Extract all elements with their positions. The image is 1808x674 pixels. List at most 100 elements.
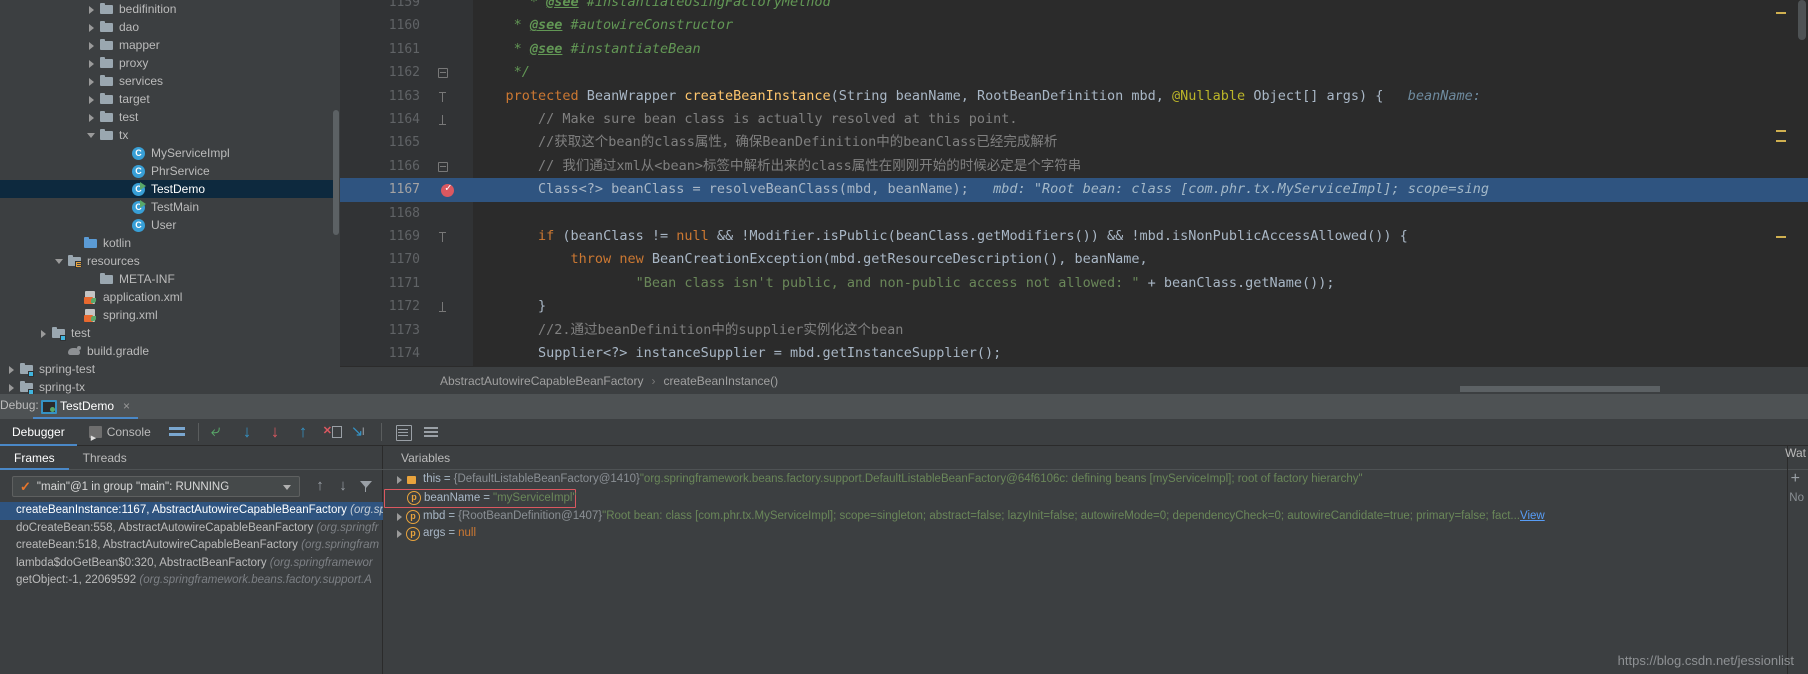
chevron-right-icon[interactable] bbox=[394, 525, 405, 543]
tree-item-resources[interactable]: resources bbox=[0, 252, 338, 270]
frame-row[interactable]: createBean:518, AbstractAutowireCapableB… bbox=[0, 537, 383, 555]
chevron-right-icon[interactable] bbox=[38, 328, 49, 339]
code-line[interactable]: 1172 } bbox=[340, 295, 1808, 318]
chevron-right-icon[interactable] bbox=[6, 382, 17, 393]
subtab-frames[interactable]: Frames bbox=[0, 446, 69, 470]
project-tree-scrollbar[interactable] bbox=[333, 110, 339, 235]
code-line[interactable]: 1166 // 我们通过xml从<bean>标签中解析出来的class属性在刚刚… bbox=[340, 155, 1808, 178]
chevron-right-icon[interactable] bbox=[86, 4, 97, 15]
view-value-link[interactable]: View bbox=[1520, 508, 1545, 526]
tree-item-dao[interactable]: dao bbox=[0, 18, 338, 36]
frames-list[interactable]: createBeanInstance:1167, AbstractAutowir… bbox=[0, 502, 383, 674]
tree-item-build-gradle[interactable]: build.gradle bbox=[0, 342, 338, 360]
breadcrumb-method[interactable]: createBeanInstance() bbox=[663, 374, 778, 388]
fold-marker-icon[interactable] bbox=[438, 91, 448, 102]
code-line[interactable]: 1165 //获取这个bean的class属性，确保BeanDefinition… bbox=[340, 131, 1808, 154]
breakpoint-icon[interactable]: ✓ bbox=[441, 182, 456, 198]
tree-item-kotlin[interactable]: kotlin bbox=[0, 234, 338, 252]
panel-divider[interactable] bbox=[1787, 446, 1788, 674]
code-line[interactable]: 1161 * @see #instantiateBean bbox=[340, 38, 1808, 61]
debug-session-tab[interactable]: TestDemo × bbox=[33, 394, 139, 419]
variable-row[interactable]: beanName="myServiceImpl" bbox=[384, 488, 577, 508]
tree-item-proxy[interactable]: proxy bbox=[0, 54, 338, 72]
fold-marker-icon[interactable] bbox=[438, 68, 448, 79]
chevron-right-icon[interactable] bbox=[86, 22, 97, 33]
chevron-right-icon[interactable] bbox=[86, 94, 97, 105]
layout-settings-icon[interactable] bbox=[166, 421, 188, 443]
chevron-right-icon[interactable] bbox=[86, 40, 97, 51]
force-step-into-icon[interactable] bbox=[265, 421, 287, 443]
code-line-current[interactable]: 1167 Class<?> beanClass = resolveBeanCla… bbox=[340, 178, 1808, 202]
frame-down-icon[interactable]: ↓ bbox=[334, 477, 352, 495]
tab-console[interactable]: Console bbox=[77, 419, 163, 452]
fold-marker-icon[interactable] bbox=[438, 302, 448, 313]
chevron-right-icon[interactable] bbox=[86, 58, 97, 69]
step-into-icon[interactable] bbox=[237, 421, 259, 443]
step-over-icon[interactable] bbox=[209, 421, 231, 443]
tree-item-user[interactable]: User bbox=[0, 216, 338, 234]
step-out-icon[interactable] bbox=[293, 421, 315, 443]
code-line[interactable]: 1159 * @see #instantiateUsingFactoryMeth… bbox=[340, 0, 1808, 14]
run-to-cursor-icon[interactable] bbox=[349, 421, 371, 443]
tree-item-application-xml[interactable]: application.xml bbox=[0, 288, 338, 306]
editor-horizontal-scrollbar[interactable] bbox=[1460, 386, 1660, 392]
chevron-down-icon[interactable] bbox=[283, 485, 291, 490]
project-tree-panel[interactable]: bedifinition dao mapper proxy services target… bbox=[0, 0, 338, 394]
frame-row[interactable]: doCreateBean:558, AbstractAutowireCapabl… bbox=[0, 520, 383, 538]
code-line[interactable]: 1168 bbox=[340, 202, 1808, 225]
tree-item-meta-inf[interactable]: META-INF bbox=[0, 270, 338, 288]
code-line[interactable]: 1171 "Bean class isn't public, and non-p… bbox=[340, 272, 1808, 295]
chevron-right-icon[interactable] bbox=[86, 76, 97, 87]
add-watch-icon[interactable]: + bbox=[1791, 470, 1800, 488]
filter-icon[interactable] bbox=[357, 477, 375, 495]
code-line[interactable]: 1169 if (beanClass != null && !Modifier.… bbox=[340, 225, 1808, 248]
tree-item-tx[interactable]: tx bbox=[0, 126, 338, 144]
code-line[interactable]: 1163 protected BeanWrapper createBeanIns… bbox=[340, 85, 1808, 108]
code-line[interactable]: 1174 Supplier<?> instanceSupplier = mbd.… bbox=[340, 342, 1808, 365]
code-line[interactable]: 1170 throw new BeanCreationException(mbd… bbox=[340, 248, 1808, 271]
tree-item-mapper[interactable]: mapper bbox=[0, 36, 338, 54]
subtab-threads[interactable]: Threads bbox=[69, 446, 141, 470]
variable-row[interactable]: mbd={RootBeanDefinition@1407} "Root bean… bbox=[383, 508, 1808, 526]
code-line[interactable]: 1164 // Make sure bean class is actually… bbox=[340, 108, 1808, 131]
code-editor[interactable]: 1159 * @see #instantiateUsingFactoryMeth… bbox=[340, 0, 1808, 366]
tree-item-spring-tx[interactable]: spring-tx bbox=[0, 378, 338, 394]
tree-item-testmain[interactable]: TestMain bbox=[0, 198, 338, 216]
close-icon[interactable]: × bbox=[123, 399, 130, 413]
variables-list[interactable]: this = {DefaultListableBeanFactory@1410} "… bbox=[383, 471, 1808, 674]
tree-item-phrservice[interactable]: PhrService bbox=[0, 162, 338, 180]
fold-marker-icon[interactable] bbox=[438, 161, 448, 172]
breadcrumb-class[interactable]: AbstractAutowireCapableBeanFactory bbox=[440, 374, 643, 388]
fold-marker-icon[interactable] bbox=[438, 115, 448, 125]
tree-item-services[interactable]: services bbox=[0, 72, 338, 90]
chevron-down-icon[interactable] bbox=[86, 130, 97, 141]
chevron-down-icon[interactable] bbox=[54, 256, 65, 267]
tree-item-testdemo[interactable]: TestDemo bbox=[0, 180, 338, 198]
editor-vertical-scrollbar[interactable] bbox=[1798, 0, 1806, 40]
tree-item-spring-xml[interactable]: spring.xml bbox=[0, 306, 338, 324]
tree-item-test[interactable]: test bbox=[0, 108, 338, 126]
code-line[interactable]: 1173 //2.通过beanDefinition中的supplier实例化这个… bbox=[340, 319, 1808, 342]
tree-item-test[interactable]: test bbox=[0, 324, 338, 342]
thread-selector-dropdown[interactable]: ✓ "main"@1 in group "main": RUNNING bbox=[12, 476, 300, 497]
chevron-right-icon[interactable] bbox=[86, 112, 97, 123]
code-line[interactable]: 1162 */ bbox=[340, 61, 1808, 84]
evaluate-expression-icon[interactable] bbox=[392, 421, 414, 443]
frame-row[interactable]: getObject:-1, 22069592 (org.springframew… bbox=[0, 572, 383, 590]
tree-item-bedifinition[interactable]: bedifinition bbox=[0, 0, 338, 18]
chevron-right-icon[interactable] bbox=[394, 508, 405, 526]
tree-item-myserviceimpl[interactable]: MyServiceImpl bbox=[0, 144, 338, 162]
chevron-right-icon[interactable] bbox=[6, 364, 17, 375]
variable-row[interactable]: args=null bbox=[383, 525, 1808, 543]
tree-item-spring-test[interactable]: spring-test bbox=[0, 360, 338, 378]
fold-marker-icon[interactable] bbox=[438, 232, 448, 242]
frame-up-icon[interactable]: ↑ bbox=[311, 477, 329, 495]
tree-item-target[interactable]: target bbox=[0, 90, 338, 108]
tab-debugger[interactable]: Debugger bbox=[0, 419, 77, 446]
variable-row[interactable]: this = {DefaultListableBeanFactory@1410} "… bbox=[383, 471, 1808, 489]
code-line[interactable]: 1160 * @see #autowireConstructor bbox=[340, 14, 1808, 37]
frame-row[interactable]: lambda$doGetBean$0:320, AbstractBeanFact… bbox=[0, 555, 383, 573]
drop-frame-icon[interactable] bbox=[321, 421, 343, 443]
chevron-right-icon[interactable] bbox=[394, 471, 405, 489]
settings-icon[interactable] bbox=[420, 421, 442, 443]
